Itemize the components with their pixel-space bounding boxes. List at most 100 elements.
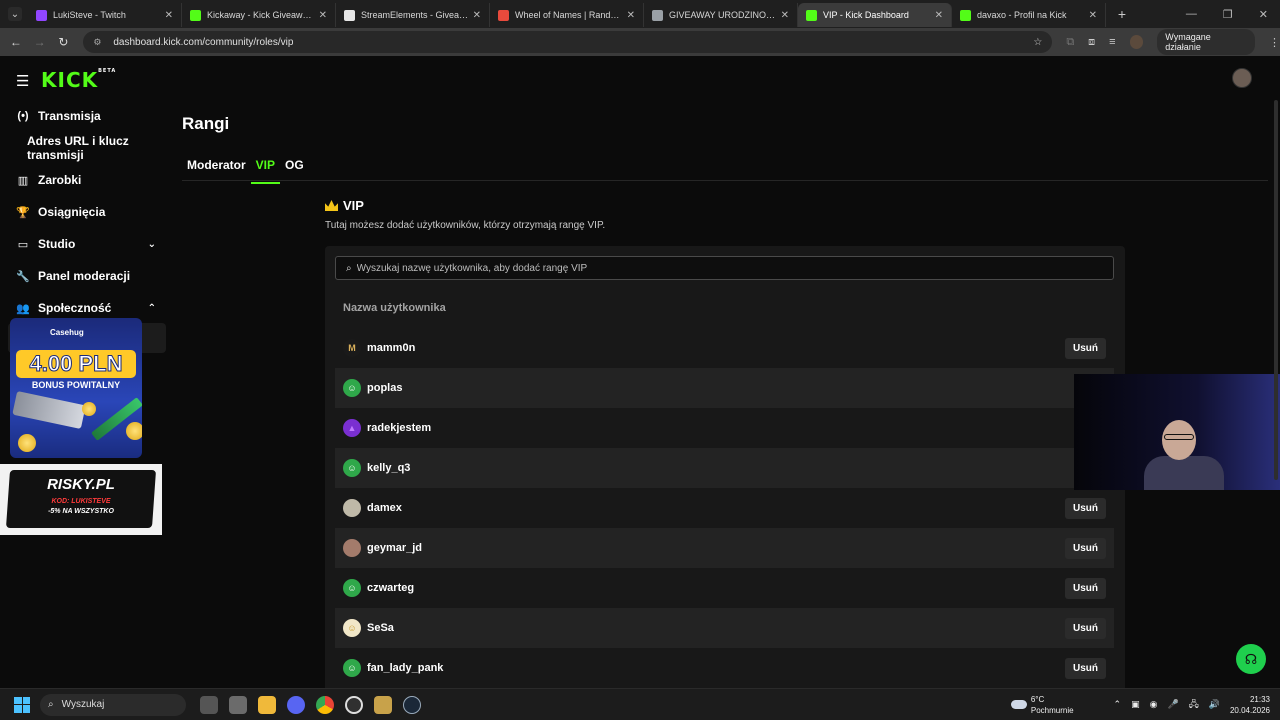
maximize-icon[interactable]: ❐ [1223,8,1233,21]
taskbar-search[interactable]: ⌕ Wyszukaj [40,693,186,716]
earnings-icon: ▥ [17,174,29,187]
tab-search-chevron-icon[interactable]: ⌄ [8,7,22,21]
tab-favicon-icon [806,9,817,21]
address-bar[interactable]: ⚙ dashboard.kick.com/community/roles/vip… [83,31,1053,53]
tab-title: Wheel of Names | Random nam [515,10,623,20]
forward-icon[interactable]: → [28,35,52,49]
extension-icon[interactable]: ⧉ [1066,36,1074,49]
bookmark-star-icon[interactable]: ☆ [1033,37,1042,48]
network-icon[interactable]: 🖧 [1189,697,1199,713]
vip-user-row: ☺ fan_lady_pank Usuń [335,648,1114,688]
username: SeSa [367,622,394,634]
sidebar-item-label: Panel moderacji [38,269,131,283]
browser-toolbar: ← → ↻ ⚙ dashboard.kick.com/community/rol… [0,28,1280,56]
chevron-down-icon[interactable]: ⌄ [148,239,156,250]
remove-vip-button[interactable]: Usuń [1065,537,1106,559]
user-avatar[interactable] [1232,68,1252,88]
page-title: Rangi [182,114,230,133]
app-icon[interactable] [229,695,247,714]
close-tab-icon[interactable]: ✕ [627,10,635,21]
task-view-icon[interactable] [200,695,218,714]
user-avatar: ☺ [343,619,361,637]
close-tab-icon[interactable]: ✕ [473,10,481,21]
risky-logo: RISKY.PL [47,476,115,493]
tab-favicon-icon [36,9,47,21]
steam-icon[interactable] [403,695,421,714]
menu-icon[interactable]: ☰ [16,72,29,90]
browser-tab[interactable]: LukiSteve - Twitch ✕ [28,3,182,27]
microphone-icon[interactable]: 🎤 [1167,699,1178,710]
media-control-icon[interactable]: ≡ [1109,36,1115,48]
chevron-up-icon[interactable]: ⌃ [148,303,156,314]
webcam-person-glasses [1164,434,1194,440]
close-tab-icon[interactable]: ✕ [1089,10,1097,21]
sidebar-item-panel-moderacji[interactable]: 🔧 Panel moderacji [0,260,170,292]
sidebar-item-osiagniecia[interactable]: 🏆 Osiągnięcia [0,196,170,228]
windows-start-icon[interactable] [14,696,30,713]
user-avatar: M [343,339,361,357]
crown-icon [325,200,338,211]
sidebar-item-label: Transmisja [38,109,101,123]
site-info-icon[interactable]: ⚙ [93,37,105,48]
tab-title: GIVEAWAY URODZINOWY [669,10,777,20]
app-icon[interactable] [374,695,392,714]
risky-code: KOD: LUKISTEVE [51,498,111,505]
steam-tray-icon[interactable]: ◉ [1150,699,1158,710]
search-box[interactable]: ⌕ [335,256,1114,280]
support-chat-button[interactable]: ☊ [1236,644,1266,674]
close-tab-icon[interactable]: ✕ [781,10,789,21]
reload-icon[interactable]: ↻ [52,35,76,49]
browser-tab[interactable]: StreamElements - Giveaways ✕ [336,3,490,27]
vip-user-row: ☺ czwarteg Usuń [335,568,1114,608]
search-input[interactable] [356,262,1077,274]
remove-vip-button[interactable]: Usuń [1065,617,1106,639]
back-icon[interactable]: ← [4,35,28,49]
sidebar-item-label: Adres URL i klucz transmisji [27,134,129,162]
tab-favicon-icon [652,9,663,21]
browser-tab[interactable]: Wheel of Names | Random nam ✕ [490,3,644,27]
webcam-person-head [1162,420,1196,460]
browser-profile-avatar[interactable] [1129,35,1144,49]
remove-vip-button[interactable]: Usuń [1065,497,1106,519]
tray-app-icon[interactable]: ▣ [1131,699,1140,710]
user-avatar [343,499,361,517]
sidebar-item-zarobki[interactable]: ▥ Zarobki [0,164,170,196]
webcam-person-body [1144,456,1224,490]
sidebar-item-transmisja[interactable]: (•) Transmisja [0,100,170,132]
required-action-button[interactable]: Wymagane działanie [1157,29,1256,55]
vip-user-row: Mmamm0n Usuń [335,328,1114,368]
browser-tab[interactable]: GIVEAWAY URODZINOWY ✕ [644,3,798,27]
close-window-icon[interactable]: ✕ [1259,8,1268,21]
browser-menu-icon[interactable]: ⋮ [1269,36,1280,49]
extensions-puzzle-icon[interactable]: ⧈ [1088,36,1095,49]
tray-chevron-icon[interactable]: ⌃ [1114,699,1122,710]
tab-favicon-icon [960,9,971,21]
username: mamm0n [367,342,416,354]
page-scrollbar[interactable] [1274,100,1278,480]
browser-tab[interactable]: VIP - Kick Dashboard ✕ [798,3,952,27]
close-tab-icon[interactable]: ✕ [935,10,943,21]
sidebar-item-label: Zarobki [38,173,82,187]
chrome-icon[interactable] [316,695,334,714]
weather-condition: Pochmurnie [1030,705,1074,715]
sidebar-item-studio[interactable]: ▭ Studio ⌄ [0,228,170,260]
discord-icon[interactable] [287,695,305,714]
sidebar-item-stream-url-key[interactable]: Adres URL i klucz transmisji [0,132,170,164]
close-tab-icon[interactable]: ✕ [165,10,173,21]
remove-vip-button[interactable]: Usuń [1065,657,1106,679]
close-tab-icon[interactable]: ✕ [319,10,327,21]
remove-vip-button[interactable]: Usuń [1065,337,1106,359]
minimize-icon[interactable]: — [1186,8,1197,21]
time: 21:33 [1249,694,1270,704]
clock[interactable]: 21:33 20.04.2026 [1230,694,1270,716]
browser-tab[interactable]: Kickaway - Kick Giveaway Tool ✕ [182,3,336,27]
volume-icon[interactable]: 🔊 [1209,699,1220,710]
kick-logo[interactable]: KICKBETA [41,68,116,92]
weather-widget[interactable]: 6°C Pochmurnie [1010,694,1074,716]
new-tab-button[interactable]: + [1114,6,1130,22]
obs-icon[interactable] [345,695,363,714]
file-explorer-icon[interactable] [258,695,276,714]
remove-vip-button[interactable]: Usuń [1065,577,1106,599]
tabs-divider [182,180,1268,181]
browser-tab[interactable]: davaxo - Profil na Kick ✕ [952,3,1106,27]
